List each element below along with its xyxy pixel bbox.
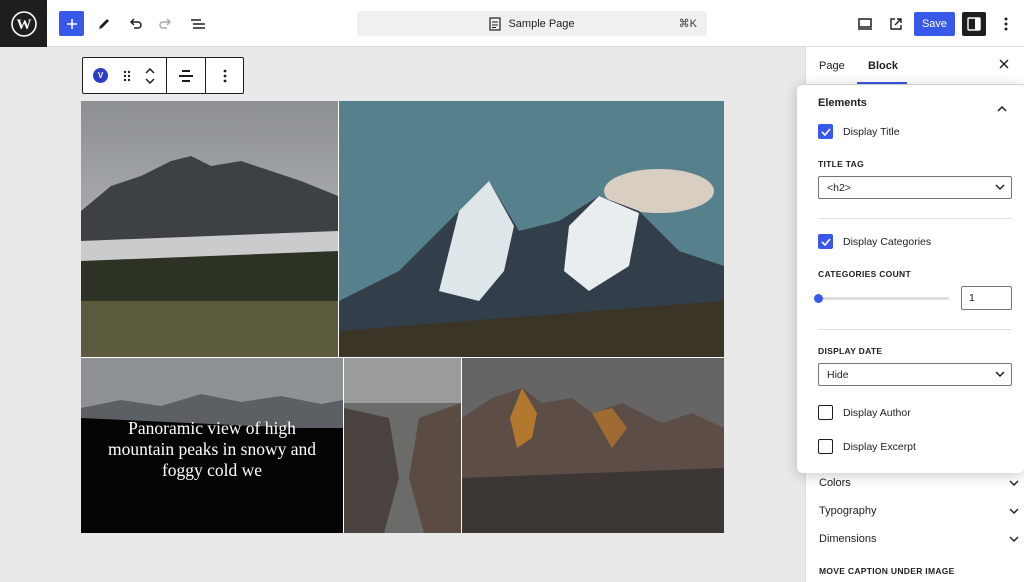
display-date-value: Hide [827, 368, 849, 381]
elements-panel-title[interactable]: Elements [818, 97, 867, 109]
panel-dimensions-label: Dimensions [819, 533, 877, 545]
display-categories-option[interactable]: Display Categories [818, 234, 931, 249]
display-title-label: Display Title [843, 125, 900, 138]
redo-icon[interactable] [153, 11, 178, 36]
move-up-down-icon[interactable] [144, 66, 156, 86]
panel-dimensions[interactable]: Dimensions [819, 533, 1019, 545]
align-icon [179, 69, 193, 82]
drag-handle-icon[interactable] [122, 69, 132, 83]
block-options-button[interactable] [206, 58, 243, 93]
gallery-image-red-peaks[interactable] [462, 358, 724, 533]
panel-divider [818, 329, 1012, 330]
checkmark-icon [820, 127, 831, 136]
title-tag-value: <h2> [827, 181, 851, 194]
block-type-icon[interactable]: V [93, 68, 108, 83]
display-excerpt-checkbox[interactable] [818, 439, 833, 454]
chevron-down-icon [1009, 536, 1019, 542]
block-toolbar-group-1: V [83, 58, 167, 93]
elements-panel: Elements Display Title TITLE TAG <h2> Di… [797, 85, 1024, 473]
display-title-option[interactable]: Display Title [818, 124, 900, 139]
display-excerpt-label: Display Excerpt [843, 440, 916, 453]
close-icon[interactable] [999, 59, 1009, 72]
posts-gallery-block[interactable]: Panoramic view of high mountain peaks in… [81, 101, 724, 533]
command-shortcut: ⌘K [678, 18, 697, 30]
display-categories-label: Display Categories [843, 235, 932, 248]
document-overview-icon[interactable] [185, 11, 210, 36]
display-author-option[interactable]: Display Author [818, 405, 911, 420]
categories-count-input[interactable]: 1 [961, 286, 1012, 310]
gallery-image-canyon[interactable] [344, 358, 461, 533]
chevron-down-icon [1009, 480, 1019, 486]
block-toolbar: V [82, 57, 244, 94]
chevron-up-icon[interactable] [997, 99, 1007, 117]
categories-count-slider-thumb[interactable] [814, 294, 823, 303]
gallery-image-misty-mountains[interactable] [81, 101, 338, 357]
align-button[interactable] [167, 58, 206, 93]
undo-icon[interactable] [122, 11, 147, 36]
tab-page[interactable]: Page [819, 60, 845, 72]
panel-typography-label: Typography [819, 505, 877, 517]
display-title-checkbox[interactable] [818, 124, 833, 139]
panel-colors-label: Colors [819, 477, 851, 489]
view-page-icon[interactable] [883, 11, 908, 36]
document-title: Sample Page [508, 17, 575, 30]
display-author-label: Display Author [843, 406, 911, 419]
display-excerpt-option[interactable]: Display Excerpt [818, 439, 916, 454]
chevron-down-icon [1009, 508, 1019, 514]
device-preview-icon[interactable] [852, 11, 877, 36]
page-icon [489, 16, 502, 31]
tab-block[interactable]: Block [868, 60, 898, 72]
display-author-checkbox[interactable] [818, 405, 833, 420]
gallery-image-snowy-peak[interactable] [339, 101, 724, 357]
chevron-down-icon [995, 184, 1005, 191]
sidebar-tabs: Page Block [806, 47, 1024, 85]
chevron-down-icon [995, 371, 1005, 378]
categories-count-label: CATEGORIES COUNT [818, 269, 911, 279]
panel-divider [818, 218, 1012, 219]
panel-colors[interactable]: Colors [819, 477, 1019, 489]
wordpress-logo-icon[interactable]: W [0, 0, 47, 47]
command-palette-bar[interactable]: Sample Page ⌘K [357, 11, 707, 36]
categories-count-slider[interactable] [818, 297, 949, 300]
panel-typography[interactable]: Typography [819, 505, 1019, 517]
gallery-caption: Panoramic view of high mountain peaks in… [107, 418, 317, 480]
active-tab-indicator [857, 82, 907, 84]
checkmark-icon [820, 237, 831, 246]
pencil-icon[interactable] [91, 11, 116, 36]
svg-text:W: W [16, 17, 31, 33]
title-tag-select[interactable]: <h2> [818, 176, 1012, 199]
move-caption-label[interactable]: MOVE CAPTION UNDER IMAGE [819, 566, 955, 576]
display-date-label: DISPLAY DATE [818, 346, 883, 356]
save-button[interactable]: Save [914, 12, 955, 36]
title-tag-label: TITLE TAG [818, 159, 864, 169]
more-options-icon[interactable] [993, 11, 1018, 36]
settings-sidebar-icon[interactable] [962, 12, 986, 36]
add-block-button[interactable] [59, 11, 84, 36]
editor-top-bar: W Sample Page ⌘K Save [0, 0, 1024, 47]
gallery-image-captioned[interactable]: Panoramic view of high mountain peaks in… [81, 358, 343, 533]
display-date-select[interactable]: Hide [818, 363, 1012, 386]
block-more-icon [223, 69, 226, 82]
display-categories-checkbox[interactable] [818, 234, 833, 249]
